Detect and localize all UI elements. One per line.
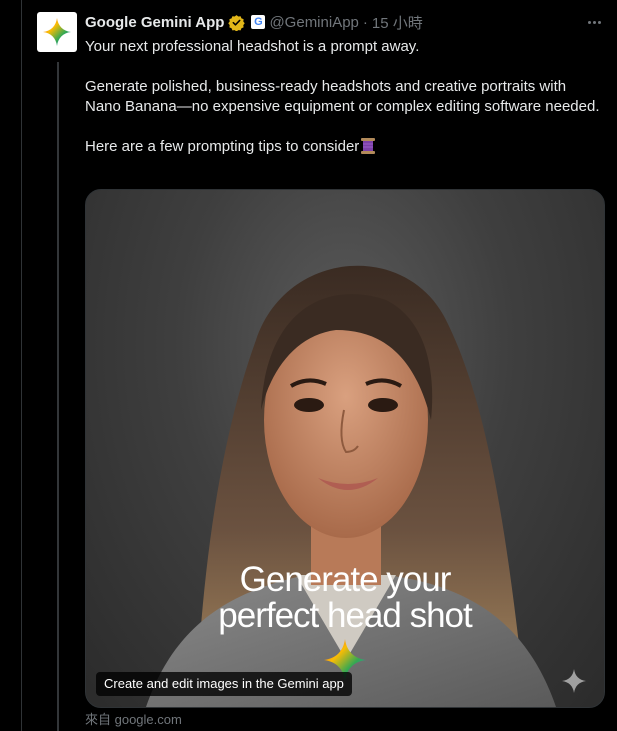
author-handle[interactable]: @GeminiApp xyxy=(269,14,358,31)
tweet-paragraph-2: Generate polished, business-ready headsh… xyxy=(85,78,600,115)
thread-spool-icon xyxy=(361,138,376,154)
tweet-header: Google Gemini App G @GeminiApp · 15 小時 xyxy=(85,12,423,32)
media-card[interactable]: Generate your perfect head shot Create a… xyxy=(85,189,605,708)
headline-line-1: Generate your xyxy=(239,560,452,599)
avatar[interactable] xyxy=(37,12,77,52)
media-caption: Create and edit images in the Gemini app xyxy=(96,672,352,696)
tweet-paragraph-3-text: Here are a few prompting tips to conside… xyxy=(85,138,360,155)
card-source-link[interactable]: 來自 google.com xyxy=(85,709,182,728)
headline-line-2: perfect head shot xyxy=(218,596,472,635)
separator-dot: · xyxy=(362,13,368,31)
author-name[interactable]: Google Gemini App xyxy=(85,14,224,31)
tweet-paragraph-3: Here are a few prompting tips to conside… xyxy=(85,137,600,157)
thread-connector-line xyxy=(57,62,59,731)
gemini-logo-icon xyxy=(43,18,71,46)
card-headline: Generate your perfect head shot xyxy=(86,562,604,634)
more-options-icon[interactable] xyxy=(583,12,605,32)
affiliation-letter: G xyxy=(254,16,263,28)
affiliation-badge-icon[interactable]: G xyxy=(251,15,266,29)
watermark-sparkle-icon xyxy=(562,669,586,693)
verified-badge-icon[interactable] xyxy=(228,14,246,31)
timestamp[interactable]: 15 小時 xyxy=(372,12,423,33)
tweet-paragraph-1: Your next professional headshot is a pro… xyxy=(85,38,420,55)
tweet-text: Your next professional headshot is a pro… xyxy=(85,37,600,157)
timeline-border xyxy=(21,0,22,731)
